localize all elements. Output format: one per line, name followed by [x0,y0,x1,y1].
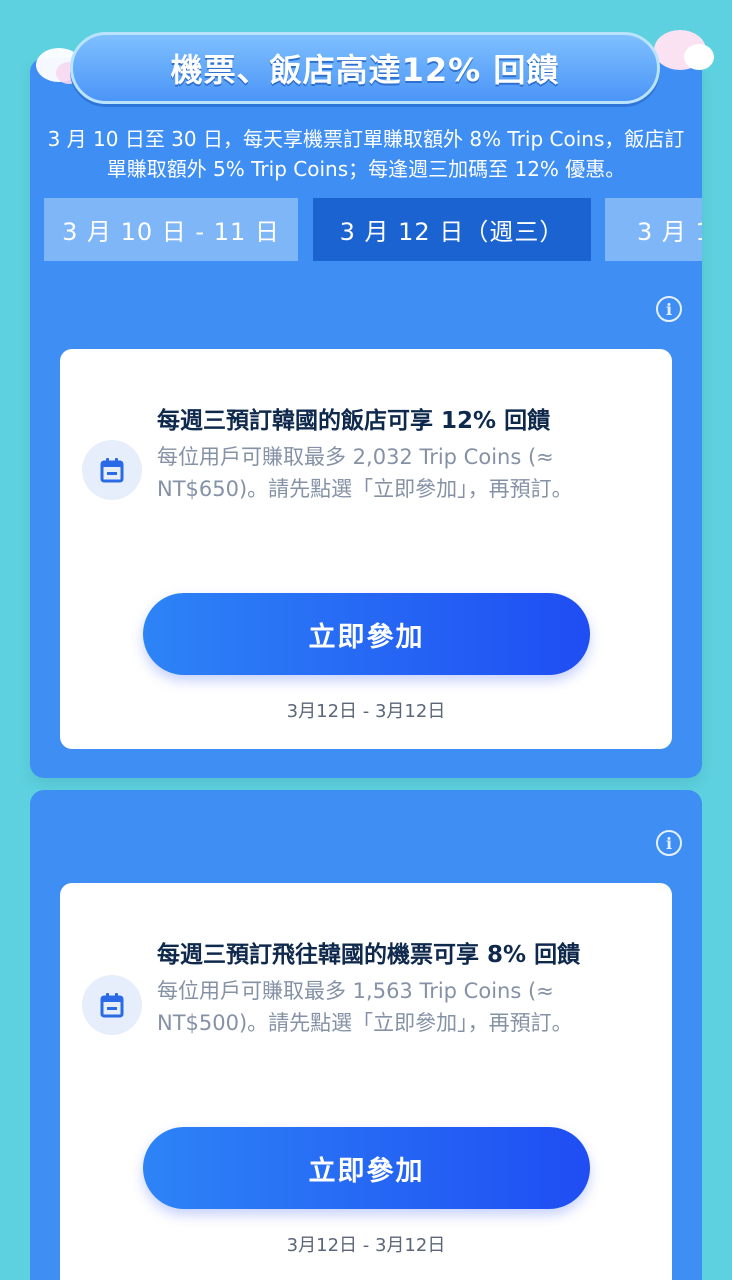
join-now-button[interactable]: 立即參加 [143,593,590,675]
offer-title: 每週三預訂韓國的飯店可享 12% 回饋 [157,408,551,434]
promo-title-banner: 機票、飯店高達12% 回饋 [70,32,660,104]
offer-description: 每位用戶可賺取最多 2,032 Trip Coins (≈ NT$650)。請先… [157,445,573,501]
info-icon[interactable]: i [656,830,682,856]
promo-title: 機票、飯店高達12% 回饋 [170,51,560,89]
offer-title: 每週三預訂飛往韓國的機票可享 8% 回饋 [157,942,581,968]
tab-mar-12-selected[interactable]: 3 月 12 日（週三） [313,198,591,261]
offer-date-range: 3月12日 - 3月12日 [286,1235,446,1256]
offer-description: 每位用戶可賺取最多 1,563 Trip Coins (≈ NT$500)。請先… [157,979,573,1035]
offer-card-flight: 每週三預訂飛往韓國的機票可享 8% 回饋 每位用戶可賺取最多 1,563 Tri… [60,883,672,1280]
calendar-icon [82,440,142,500]
calendar-icon [82,975,142,1035]
join-now-button[interactable]: 立即參加 [143,1127,590,1209]
cloud-decoration-right-white [684,44,714,70]
offer-card-hotel: 每週三預訂韓國的飯店可享 12% 回饋 每位用戶可賺取最多 2,032 Trip… [60,349,672,749]
promo-description: 3 月 10 日至 30 日，每天享機票訂單賺取額外 8% Trip Coins… [47,127,685,181]
tab-next-partial[interactable]: 3 月 1 [605,198,702,261]
offer-date-range: 3月12日 - 3月12日 [286,701,446,722]
date-tabs: 3 月 10 日 - 11 日 3 月 12 日（週三） 3 月 1 [44,198,702,262]
info-icon[interactable]: i [656,296,682,322]
tab-mar-10-11[interactable]: 3 月 10 日 - 11 日 [44,198,298,261]
